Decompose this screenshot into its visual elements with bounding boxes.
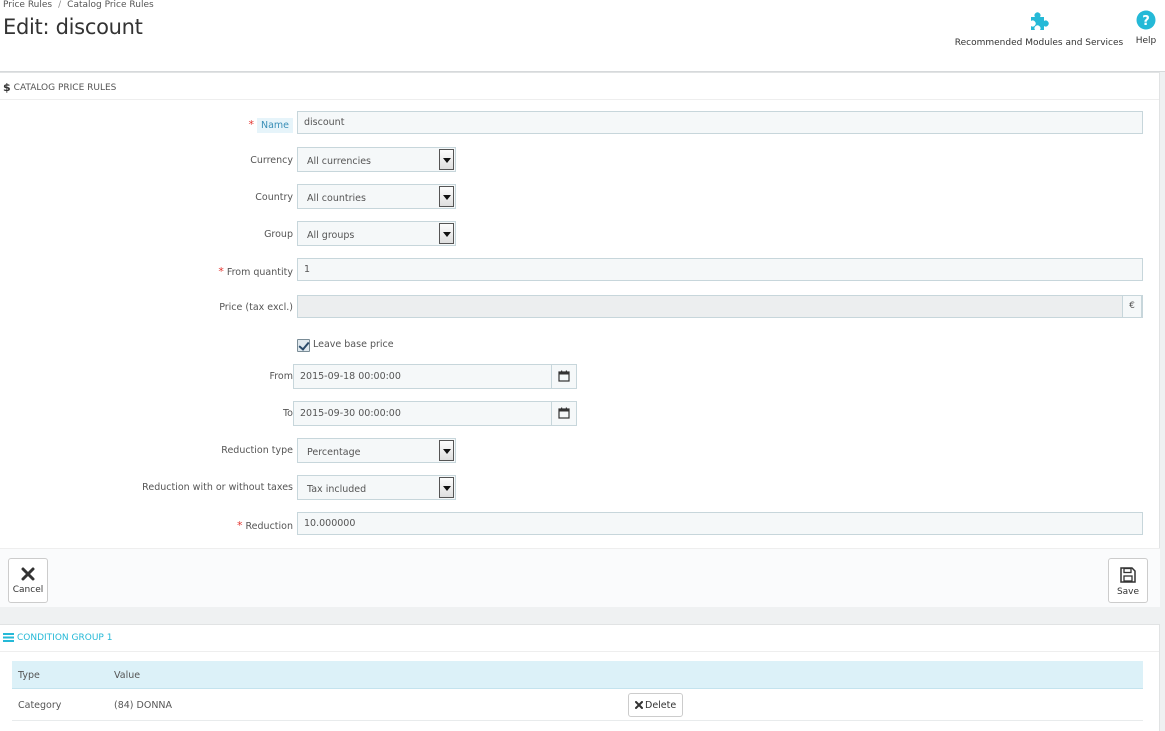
page-edge [1160,72,1165,731]
to-date-label: To [282,408,293,419]
to-date-value: 2015-09-30 00:00:00 [300,408,401,419]
puzzle-icon [1031,12,1049,30]
reduction-label: * Reduction [237,519,293,532]
currency-select[interactable]: All currencies [297,147,456,172]
breadcrumb: Price Rules / Catalog Price Rules [3,0,154,10]
save-button[interactable]: Save [1108,558,1148,603]
panel-heading-text: CATALOG PRICE RULES [13,83,117,93]
from-date-value: 2015-09-18 00:00:00 [300,371,401,382]
breadcrumb-item-catalog-price-rules[interactable]: Catalog Price Rules [67,0,154,10]
breadcrumb-item-price-rules[interactable]: Price Rules [3,0,52,10]
recommended-modules-label: Recommended Modules and Services [954,38,1124,48]
svg-text:?: ? [1142,14,1150,29]
help-icon: ? [1136,10,1156,30]
price-label: Price (tax excl.) [219,302,293,313]
reduction-tax-label: Reduction with or without taxes [142,482,293,493]
reduction-type-select[interactable]: Percentage [297,438,456,463]
from-date-label: From [269,371,293,382]
help-label: Help [1135,36,1157,46]
table-row: Category (84) DONNA [12,690,1143,721]
country-select[interactable]: All countries [297,184,456,209]
leave-base-price-label[interactable]: Leave base price [313,339,394,350]
price-input[interactable]: € [297,295,1143,318]
cell-value: (84) DONNA [114,700,173,711]
dollar-icon: $ [3,81,11,94]
leave-base-price-checkbox[interactable] [297,339,310,352]
from-quantity-input[interactable]: 1 [297,258,1143,281]
name-label: * Name [248,118,293,133]
delete-label: Delete [645,700,677,711]
panel-footer: Cancel Save [0,548,1160,607]
chevron-down-icon [439,186,454,207]
reduction-tax-select[interactable]: Tax included [297,475,456,500]
group-label: Group [264,229,293,240]
from-date-input[interactable]: 2015-09-18 00:00:00 [293,364,577,389]
panel-heading: $ CATALOG PRICE RULES [0,73,1159,100]
to-date-input[interactable]: 2015-09-30 00:00:00 [293,401,577,426]
save-label: Save [1116,587,1140,597]
list-icon [3,633,14,642]
page-header: Price Rules / Catalog Price Rules Edit: di… [0,0,1165,72]
name-input[interactable]: discount [297,111,1143,134]
reduction-type-label: Reduction type [221,445,293,456]
close-icon [21,567,35,581]
chevron-down-icon [439,149,454,170]
currency-addon: € [1122,295,1142,318]
cancel-button[interactable]: Cancel [8,558,48,603]
country-value: All countries [307,193,366,204]
save-icon [1120,567,1136,583]
table-header: Type Value [12,661,1143,689]
calendar-icon[interactable] [551,402,576,425]
condition-group-heading-text: CONDITION GROUP 1 [17,633,113,643]
recommended-modules-button[interactable]: Recommended Modules and Services [954,10,1124,48]
cell-type: Category [18,700,62,711]
cancel-label: Cancel [12,585,44,595]
page-title: Edit: discount [3,15,143,39]
calendar-icon[interactable] [551,365,576,388]
currency-value: All currencies [307,156,371,167]
delete-condition-button[interactable]: Delete [628,693,683,717]
reduction-type-value: Percentage [307,447,361,458]
country-label: Country [255,192,293,203]
chevron-down-icon [439,477,454,498]
from-quantity-label: * From quantity [218,265,293,278]
chevron-down-icon [439,223,454,244]
group-select[interactable]: All groups [297,221,456,246]
reduction-tax-value: Tax included [307,484,367,495]
reduction-input[interactable]: 10.000000 [297,512,1143,535]
help-button[interactable]: ? Help [1133,10,1159,46]
column-header-type: Type [18,670,40,681]
condition-group-heading: CONDITION GROUP 1 [0,625,1159,652]
chevron-down-icon [439,440,454,461]
currency-label: Currency [250,155,293,166]
group-value: All groups [307,230,355,241]
close-icon [635,701,643,709]
column-header-value: Value [114,670,141,681]
